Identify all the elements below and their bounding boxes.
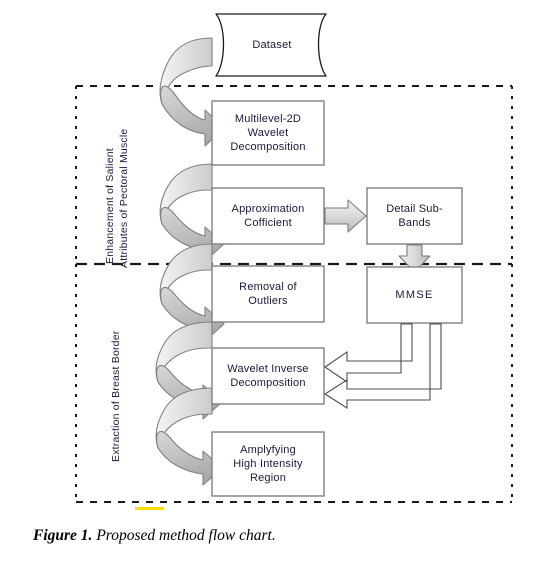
node-detail-sub-bands <box>366 187 463 245</box>
band-label-enhancement-line1: Enhancement of Salient <box>104 148 116 264</box>
node-multilevel <box>211 100 325 166</box>
figure-caption: Figure 1. Proposed method flow chart. <box>33 527 276 545</box>
node-dataset <box>215 13 327 77</box>
band-label-enhancement: Enhancement of Salient <box>104 148 117 264</box>
node-approximation <box>211 187 325 245</box>
band-label-enhancement-2: Attributes of Pectoral Muscle <box>118 129 131 268</box>
band-label-extraction-line1: Extraction of Breast Border <box>110 330 122 462</box>
figure-caption-text: Proposed method flow chart. <box>92 527 276 544</box>
node-mmse <box>366 266 463 324</box>
flowchart-graphic <box>75 13 513 503</box>
node-wavelet-inverse <box>211 347 325 405</box>
arrow-mmse-to-wavelet-lower <box>323 323 442 410</box>
figure-container: Enhancement of Salient Attributes of Pec… <box>0 0 558 561</box>
band-label-extraction: Extraction of Breast Border <box>110 331 123 462</box>
band-label-enhancement-line2: Attributes of Pectoral Muscle <box>118 128 130 268</box>
node-amplyfying <box>211 431 325 497</box>
node-removal <box>211 265 325 323</box>
figure-caption-label: Figure 1. <box>33 527 93 544</box>
arrow-approximation-to-detail <box>324 199 367 233</box>
yellow-highlight-mark <box>135 507 164 510</box>
arrow-mmse-to-wavelet-upper <box>324 323 413 384</box>
